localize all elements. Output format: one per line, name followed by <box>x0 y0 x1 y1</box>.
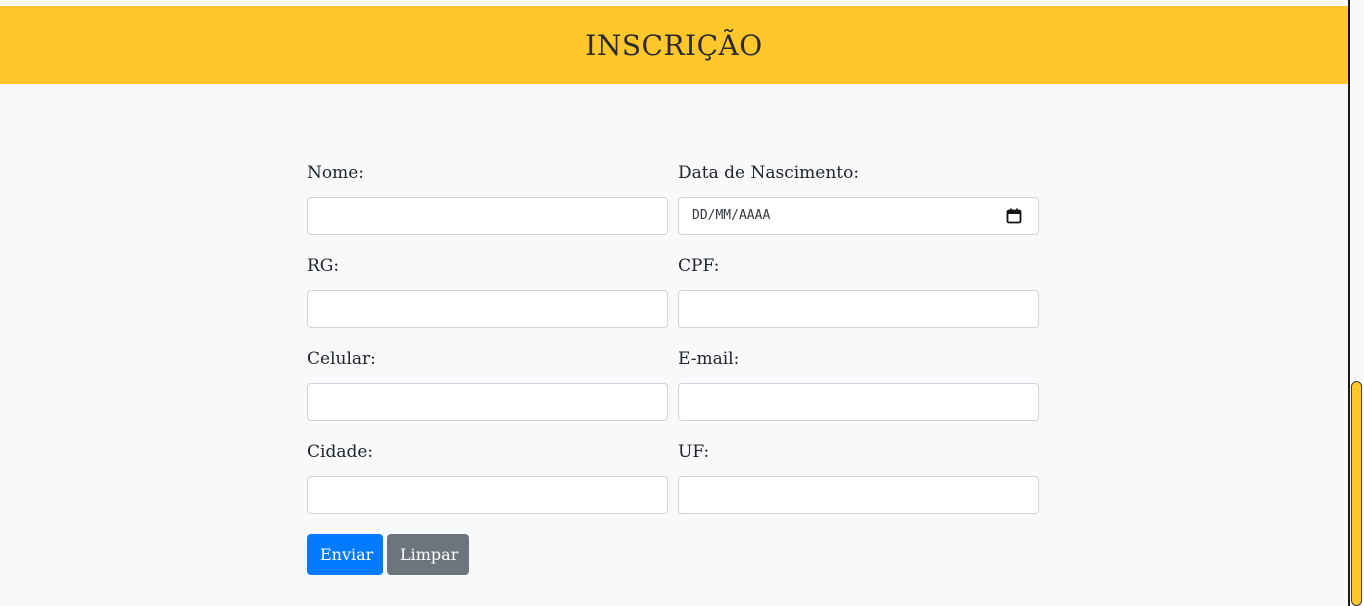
uf-group: UF: <box>678 441 1039 514</box>
page-title: INSCRIÇÃO <box>585 28 763 62</box>
email-field-box <box>678 383 1039 421</box>
form-row: Celular: E-mail: <box>307 348 1039 421</box>
cidade-field-box <box>307 476 668 514</box>
rg-label: RG: <box>307 256 340 276</box>
form-row: RG: CPF: <box>307 255 1039 328</box>
form-row: Nome: Data de Nascimento: DD/MM/AAAA <box>307 162 1039 235</box>
nome-field-box <box>307 197 668 235</box>
nome-group: Nome: <box>307 162 668 235</box>
rg-group: RG: <box>307 255 668 328</box>
cidade-label: Cidade: <box>307 442 374 462</box>
submit-button[interactable]: Enviar <box>307 534 383 575</box>
uf-input[interactable] <box>679 477 1038 513</box>
cidade-input[interactable] <box>308 477 667 513</box>
scrollbar[interactable] <box>1348 0 1364 606</box>
celular-input[interactable] <box>308 384 667 420</box>
email-input[interactable] <box>679 384 1038 420</box>
nome-label: Nome: <box>307 163 365 183</box>
date-placeholder: DD/MM/AAAA <box>692 208 771 223</box>
main-content: Nome: Data de Nascimento: DD/MM/AAAA RG:… <box>0 84 1348 606</box>
email-label: E-mail: <box>678 349 740 369</box>
nascimento-group: Data de Nascimento: DD/MM/AAAA <box>678 162 1039 235</box>
registration-form: Nome: Data de Nascimento: DD/MM/AAAA RG:… <box>307 162 1039 575</box>
celular-field-box <box>307 383 668 421</box>
calendar-icon[interactable] <box>1006 208 1022 224</box>
rg-input[interactable] <box>308 291 667 327</box>
celular-group: Celular: <box>307 348 668 421</box>
celular-label: Celular: <box>307 349 376 369</box>
rg-field-box <box>307 290 668 328</box>
date-input[interactable]: DD/MM/AAAA <box>678 197 1039 235</box>
cidade-group: Cidade: <box>307 441 668 514</box>
form-buttons: Enviar Limpar <box>307 534 1039 575</box>
cpf-field-box <box>678 290 1039 328</box>
reset-button[interactable]: Limpar <box>387 534 469 575</box>
email-group: E-mail: <box>678 348 1039 421</box>
form-row: Cidade: UF: <box>307 441 1039 514</box>
nome-input[interactable] <box>308 198 667 234</box>
cpf-label: CPF: <box>678 256 720 276</box>
cpf-input[interactable] <box>679 291 1038 327</box>
page-header: INSCRIÇÃO <box>0 6 1348 84</box>
nascimento-label: Data de Nascimento: <box>678 163 860 183</box>
uf-label: UF: <box>678 442 710 462</box>
scrollbar-edge <box>1348 0 1350 606</box>
scrollbar-thumb[interactable] <box>1351 381 1362 606</box>
uf-field-box <box>678 476 1039 514</box>
cpf-group: CPF: <box>678 255 1039 328</box>
